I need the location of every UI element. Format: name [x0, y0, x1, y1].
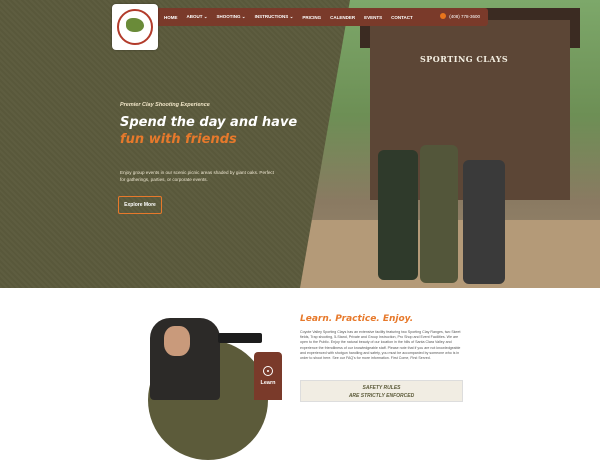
learn-tab-label: Learn — [260, 380, 276, 386]
nav-pricing[interactable]: PRICING — [302, 15, 321, 20]
hero-headline-accent: fun with friends — [120, 132, 237, 147]
logo-bird-icon — [126, 18, 144, 32]
hero-eyebrow: Premier Clay Shooting Experience — [120, 102, 210, 108]
building-sign: SPORTING CLAYS — [420, 54, 509, 64]
nav-home[interactable]: HOME — [164, 15, 178, 20]
nav-calender[interactable]: CALENDER — [330, 15, 355, 20]
person-1 — [378, 150, 418, 280]
learn-title: Learn. Practice. Enjoy. — [300, 314, 414, 324]
phone-link[interactable]: (408) 778-3600 — [440, 13, 480, 19]
nav-shooting[interactable]: SHOOTING ⌄ — [217, 14, 246, 20]
target-icon — [263, 366, 273, 376]
shooter-face — [164, 326, 190, 356]
nav-events[interactable]: EVENTS — [364, 15, 382, 20]
safety-rules-box[interactable]: SAFETY RULES ARE STRICTLY ENFORCED — [300, 380, 463, 402]
nav-about[interactable]: ABOUT ⌄ — [187, 14, 208, 20]
safety-title: SAFETY RULES ARE STRICTLY ENFORCED — [301, 384, 462, 400]
safety-line-2: ARE STRICTLY ENFORCED — [348, 393, 415, 399]
hero-body: Enjoy group events in our scenic picnic … — [120, 170, 274, 182]
main-nav: HOME ABOUT ⌄ SHOOTING ⌄ INSTRUCTIONS ⌄ P… — [146, 8, 488, 26]
nav-contact[interactable]: CONTACT — [391, 15, 413, 20]
pistol — [218, 333, 262, 343]
explore-more-button[interactable]: Explore More — [118, 196, 162, 214]
site-logo[interactable] — [112, 4, 158, 50]
phone-icon — [440, 13, 447, 19]
hero-headline-main: Spend the day and have — [120, 115, 298, 130]
hero-headline: Spend the day and have fun with friends — [120, 114, 300, 148]
safety-line-1: SAFETY RULES — [362, 385, 401, 391]
learn-tab[interactable]: Learn — [254, 352, 282, 400]
learn-body: Coyote Valley Sporting Clays has an exte… — [300, 330, 461, 361]
nav-instructions[interactable]: INSTRUCTIONS ⌄ — [255, 14, 294, 20]
phone-number: (408) 778-3600 — [449, 13, 480, 19]
person-2 — [420, 145, 458, 283]
hero-section: SPORTING CLAYS Premier Clay Shooting Exp… — [0, 0, 600, 288]
person-3 — [463, 160, 505, 284]
